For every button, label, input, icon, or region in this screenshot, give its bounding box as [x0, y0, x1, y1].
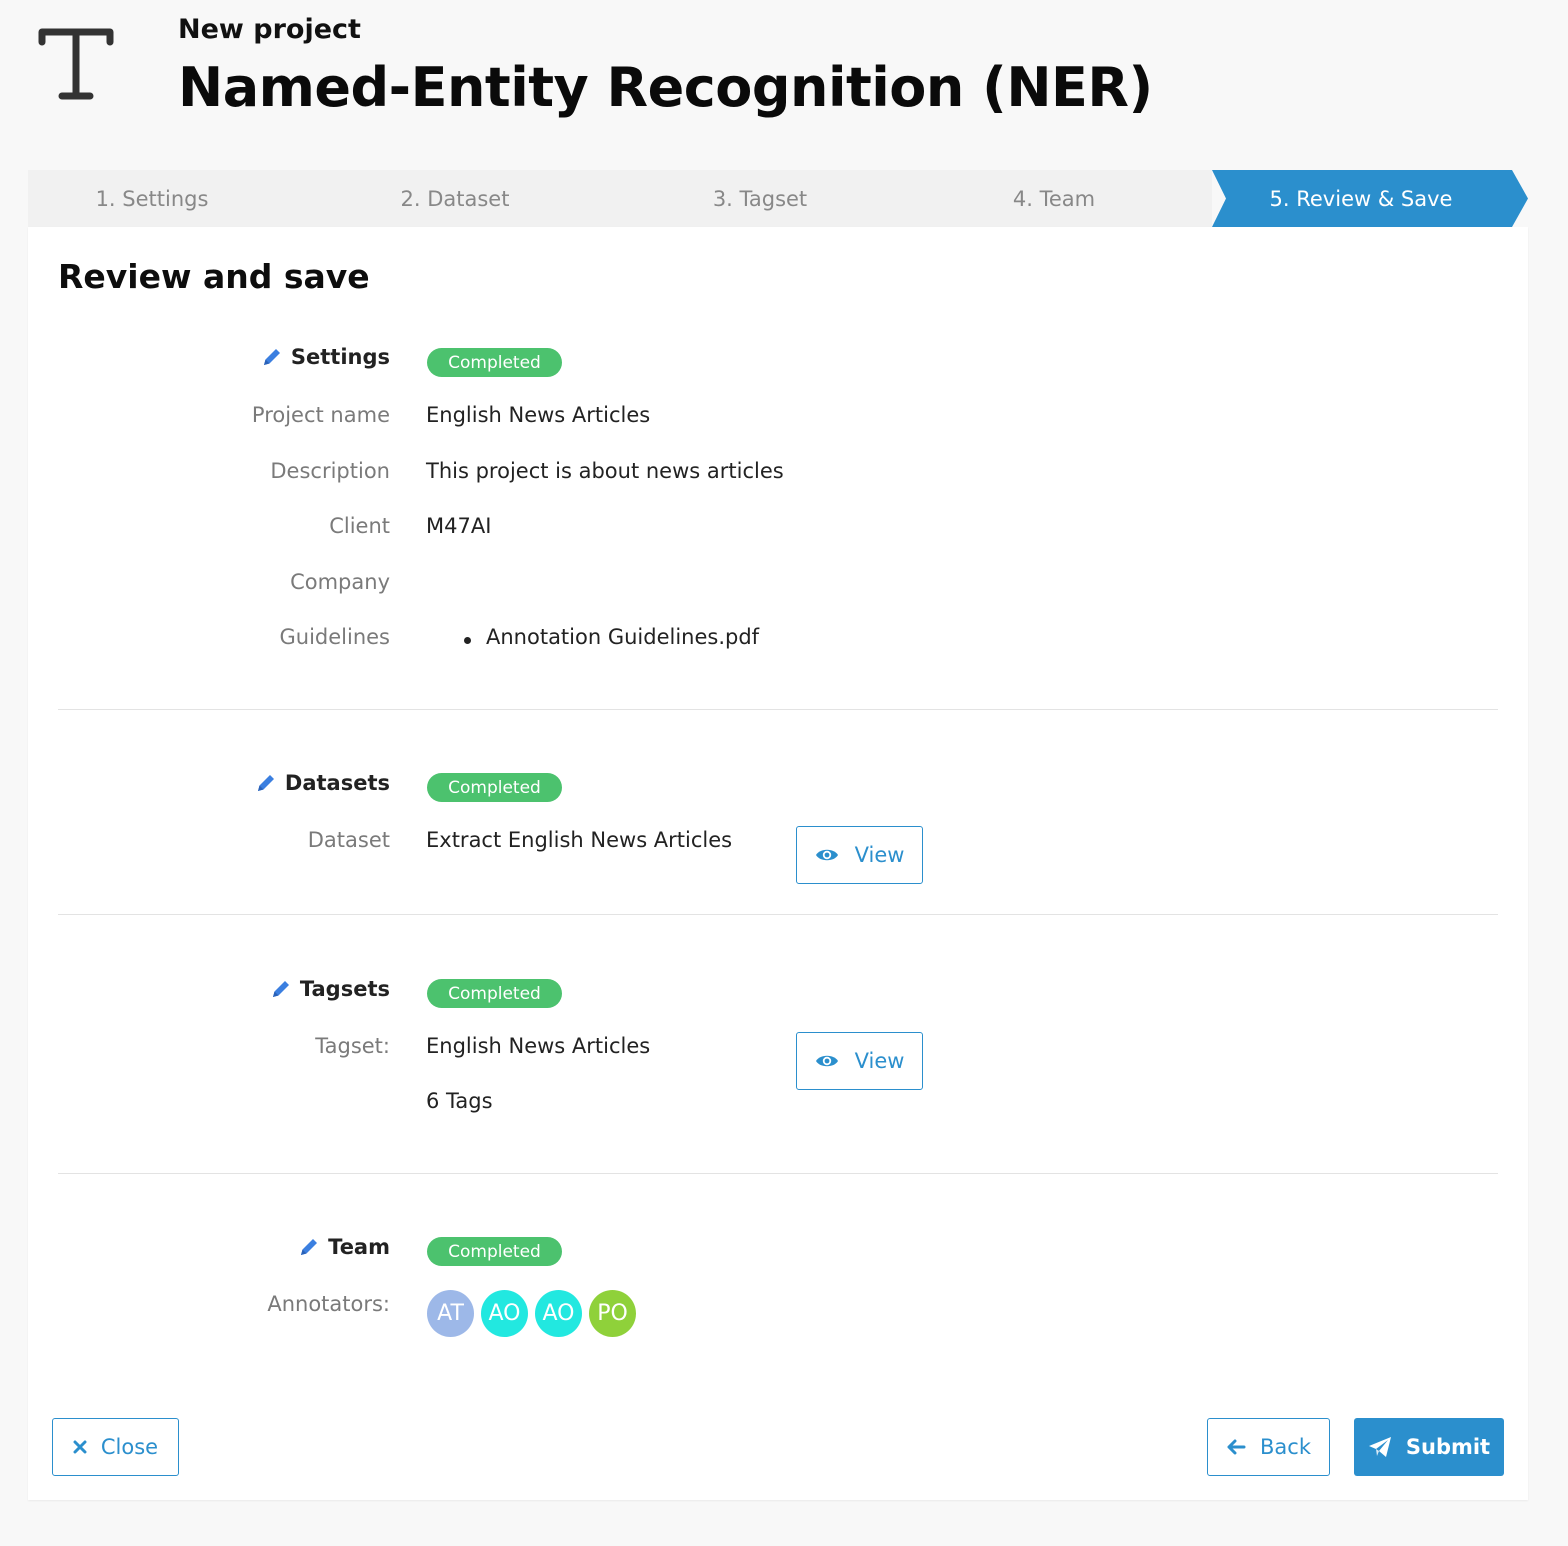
avatar[interactable]: AO [535, 1290, 582, 1337]
view-tagset-button[interactable]: View [796, 1032, 923, 1090]
step-team[interactable]: 4. Team [928, 170, 1212, 227]
team-heading[interactable]: Team [28, 1235, 390, 1259]
section-divider [58, 914, 1498, 915]
avatar[interactable]: PO [589, 1290, 636, 1337]
project-name-label: Project name [251, 403, 390, 427]
step-dataset[interactable]: 2. Dataset [328, 170, 628, 227]
dataset-label: Dataset [307, 828, 390, 852]
status-badge: Completed [427, 1237, 562, 1266]
status-badge: Completed [427, 773, 562, 802]
paper-plane-icon [1368, 1437, 1391, 1457]
avatar[interactable]: AO [481, 1290, 528, 1337]
step-tagset[interactable]: 3. Tagset [628, 170, 928, 227]
company-label: Company [290, 570, 390, 594]
tagsets-heading[interactable]: Tagsets [28, 977, 390, 1001]
description-label: Description [270, 459, 390, 483]
client-value: M47AI [426, 514, 492, 538]
step-label: 4. Team [1012, 186, 1096, 211]
close-label: Close [100, 1435, 159, 1459]
project-name-value: English News Articles [426, 403, 651, 427]
step-settings[interactable]: 1. Settings [28, 170, 328, 227]
text-type-icon [38, 28, 114, 100]
list-bullet [464, 637, 471, 644]
section-heading-label: Settings [290, 345, 390, 369]
status-badge: Completed [427, 348, 562, 377]
tagset-value: English News Articles [426, 1034, 651, 1058]
arrow-left-icon [1227, 1439, 1246, 1455]
step-review-save-label-wrap: 5. Review & Save [1226, 170, 1514, 227]
tag-count: 6 Tags [426, 1089, 493, 1113]
avatar[interactable]: AT [427, 1290, 474, 1337]
step-label: 1. Settings [95, 186, 209, 211]
view-label: View [854, 843, 905, 867]
dataset-value: Extract English News Articles [426, 828, 733, 852]
section-heading-label: Tagsets [299, 977, 390, 1001]
back-button[interactable]: Back [1207, 1418, 1330, 1476]
description-value: This project is about news articles [426, 459, 784, 483]
pencil-icon[interactable] [270, 978, 292, 1000]
page-title: Named-Entity Recognition (NER) [178, 56, 1153, 119]
step-label: 5. Review & Save [1269, 186, 1453, 211]
section-heading-label: Team [328, 1235, 390, 1259]
step-label: 3. Tagset [712, 186, 808, 211]
tagset-label: Tagset: [315, 1034, 390, 1058]
pencil-icon[interactable] [261, 346, 283, 368]
wizard-stepper: 1. Settings 2. Dataset 3. Tagset 4. Team… [28, 170, 1528, 227]
section-divider [58, 1173, 1498, 1174]
page-subtitle: New project [178, 14, 361, 45]
close-icon [73, 1440, 87, 1454]
datasets-heading[interactable]: Datasets [28, 771, 390, 795]
view-dataset-button[interactable]: View [796, 826, 923, 884]
guideline-file-link[interactable]: Annotation Guidelines.pdf [486, 625, 759, 649]
review-card: Review and save Settings Completed Proje… [28, 227, 1528, 1500]
submit-label: Submit [1405, 1435, 1491, 1459]
close-button[interactable]: Close [52, 1418, 179, 1476]
section-heading-label: Datasets [284, 771, 390, 795]
review-title: Review and save [58, 257, 370, 296]
settings-heading[interactable]: Settings [28, 345, 390, 369]
back-label: Back [1260, 1435, 1311, 1459]
pencil-icon[interactable] [255, 772, 277, 794]
submit-button[interactable]: Submit [1354, 1418, 1504, 1476]
annotators-label: Annotators: [267, 1292, 390, 1316]
view-label: View [854, 1049, 905, 1073]
eye-icon [815, 849, 838, 861]
guidelines-label: Guidelines [279, 625, 390, 649]
pencil-icon[interactable] [298, 1236, 320, 1258]
step-label: 2. Dataset [400, 186, 510, 211]
section-divider [58, 709, 1498, 710]
client-label: Client [329, 514, 390, 538]
status-badge: Completed [427, 979, 562, 1008]
eye-icon [815, 1055, 838, 1067]
